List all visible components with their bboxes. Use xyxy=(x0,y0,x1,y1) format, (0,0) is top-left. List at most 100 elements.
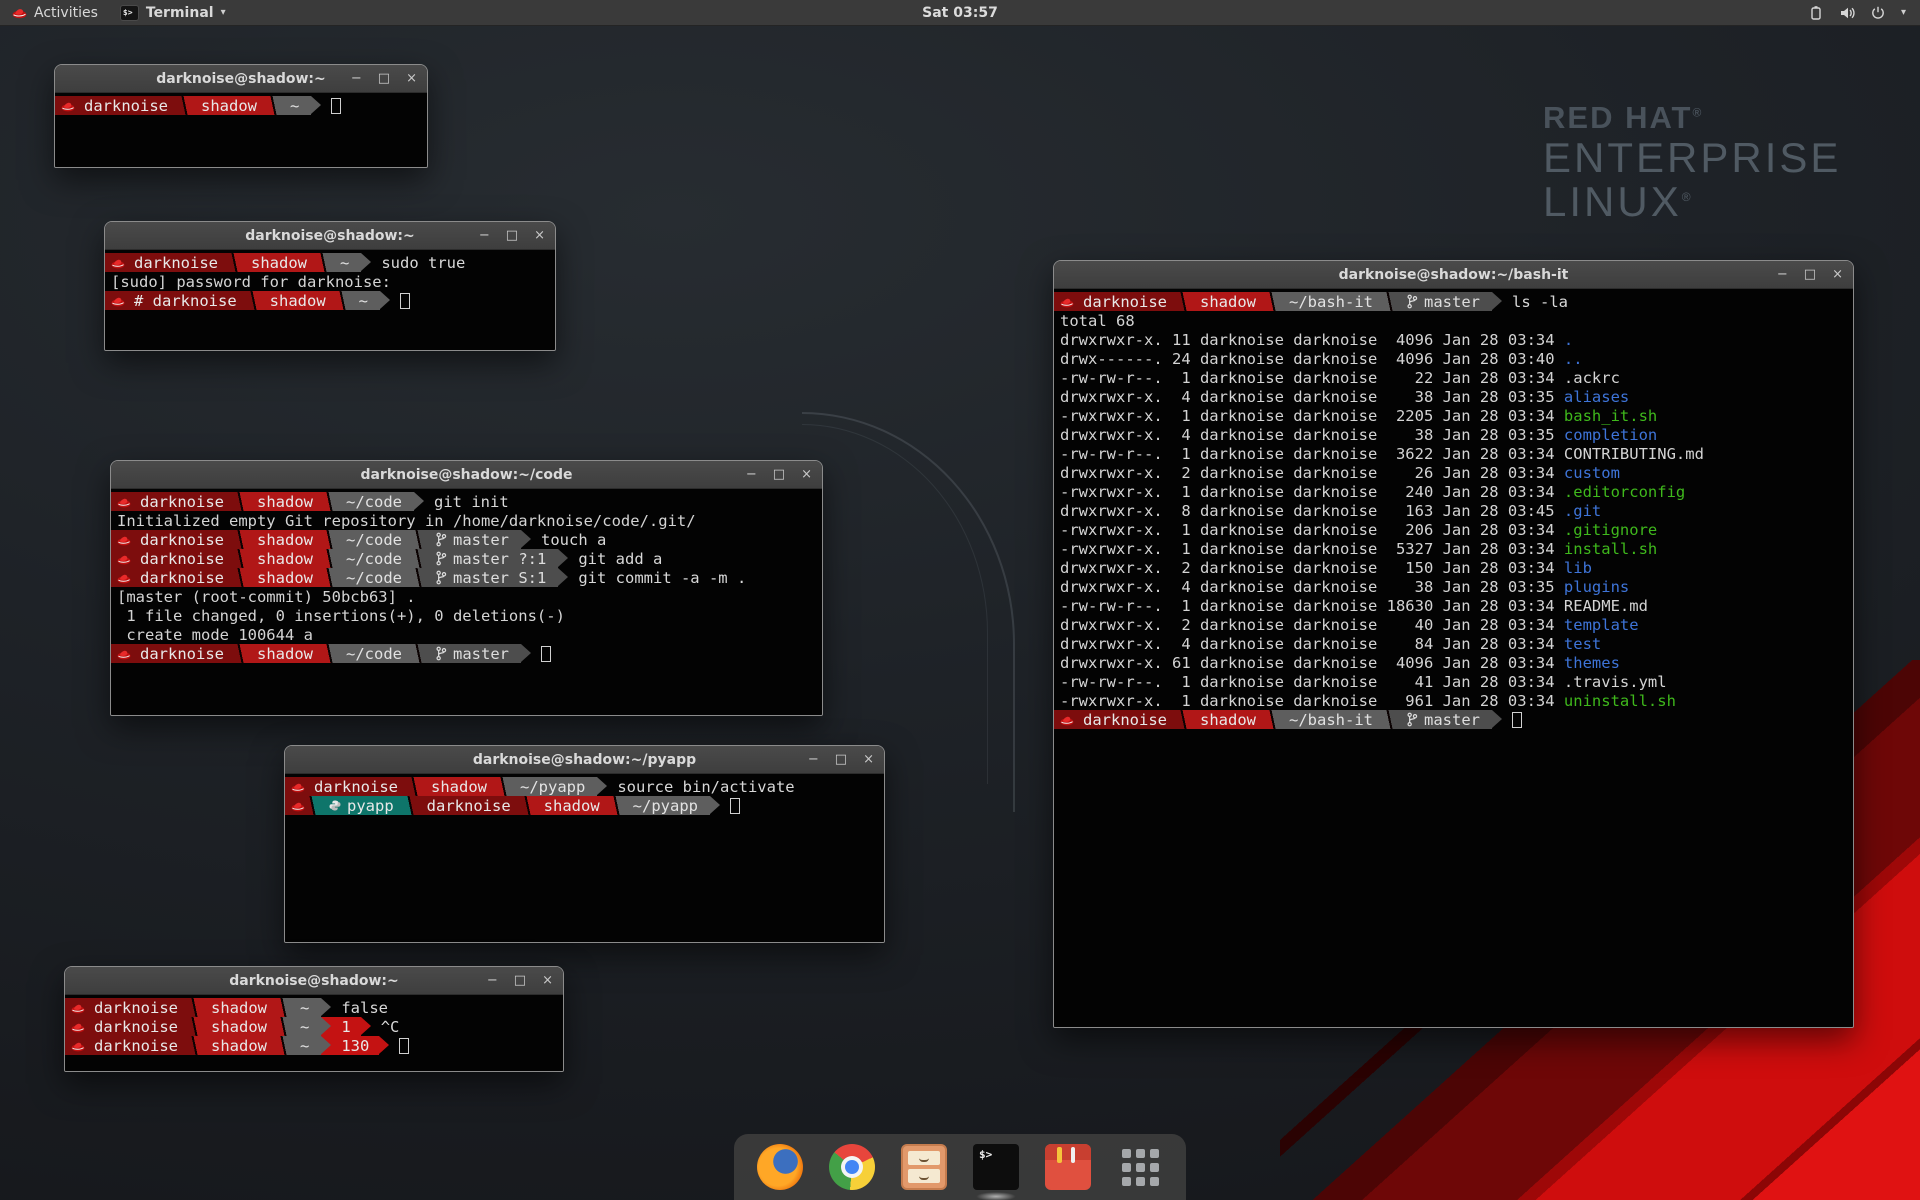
app-menu[interactable]: $> Terminal ▾ xyxy=(110,0,236,25)
segment-separator xyxy=(249,291,258,310)
maximize-button[interactable]: □ xyxy=(514,967,526,995)
prompt-segment-user: darknoise xyxy=(415,796,523,815)
window-titlebar[interactable]: darknoise@shadow:~ −□× xyxy=(65,967,563,995)
maximize-button[interactable]: □ xyxy=(1804,261,1816,289)
close-button[interactable]: × xyxy=(1832,261,1843,289)
segment-text: master ?:1 xyxy=(453,550,546,568)
terminal-output-line: -rwxrwxr-x. 1 darknoise darknoise 240 Ja… xyxy=(1054,482,1853,501)
segment-separator xyxy=(325,644,334,663)
terminal-content[interactable]: darknoiseshadow~ xyxy=(55,93,427,167)
segment-separator xyxy=(410,777,419,796)
segment-text: shadow xyxy=(257,550,313,568)
registered-mark: ® xyxy=(1682,190,1694,204)
segment-separator xyxy=(319,253,328,272)
minimize-button[interactable]: − xyxy=(487,967,498,995)
segment-text: darknoise xyxy=(1083,711,1167,729)
redhat-icon xyxy=(117,572,131,584)
segment-separator xyxy=(1268,710,1277,729)
maximize-button[interactable]: □ xyxy=(378,65,390,93)
maximize-button[interactable]: □ xyxy=(835,746,847,774)
segment-separator xyxy=(414,530,423,549)
python-icon xyxy=(329,798,341,813)
segment-separator xyxy=(414,644,423,663)
output-text: custom xyxy=(1564,464,1620,482)
output-text: total 68 xyxy=(1060,312,1135,330)
segment-text: ~ xyxy=(290,97,299,115)
terminal-output-line: -rwxrwxr-x. 1 darknoise darknoise 5327 J… xyxy=(1054,539,1853,558)
window-titlebar[interactable]: darknoise@shadow:~/code −□× xyxy=(111,461,822,489)
terminal-content[interactable]: darknoiseshadow~/codegit initInitialized… xyxy=(111,489,822,715)
prompt-segment-path: ~ xyxy=(278,96,311,115)
prompt-segment-git: master ?:1 xyxy=(423,549,558,568)
segment-text: darknoise xyxy=(427,797,511,815)
prompt-segment-host: shadow xyxy=(245,530,325,549)
segment-text: ~ xyxy=(300,1018,309,1036)
window-titlebar[interactable]: darknoise@shadow:~/pyapp −□ × xyxy=(285,746,884,774)
close-button[interactable]: × xyxy=(801,461,812,489)
prompt-segment-host: shadow xyxy=(245,568,325,587)
prompt-segment-path: ~/bash-it xyxy=(1277,710,1385,729)
terminal-content[interactable]: darknoiseshadow~sudo true[sudo] password… xyxy=(105,250,555,350)
prompt-segment-user: # darknoise xyxy=(128,291,249,310)
prompt-segment-host: shadow xyxy=(1188,710,1268,729)
segment-separator xyxy=(279,1017,288,1036)
close-button[interactable]: × xyxy=(542,967,553,995)
prompt-segment-exit: 1 xyxy=(331,1017,360,1036)
clock[interactable]: Sat 03:57 xyxy=(0,5,1920,21)
output-text: .git xyxy=(1564,502,1601,520)
files-icon[interactable] xyxy=(900,1143,948,1191)
output-text: drwxrwxr-x. 2 darknoise darknoise 40 Jan… xyxy=(1060,616,1564,634)
terminal-content[interactable]: darknoiseshadow~/bash-it masterls -latot… xyxy=(1054,289,1853,1027)
output-text: drwxrwxr-x. 4 darknoise darknoise 84 Jan… xyxy=(1060,635,1564,653)
terminal-icon[interactable]: $> xyxy=(972,1143,1020,1191)
segment-text: ~/code xyxy=(346,493,402,511)
output-text: -rwxrwxr-x. 1 darknoise darknoise 2205 J… xyxy=(1060,407,1564,425)
system-status-area[interactable]: ▾ xyxy=(1808,0,1920,25)
window-titlebar[interactable]: darknoise@shadow:~ −□× xyxy=(55,65,427,93)
segment-text: shadow xyxy=(270,292,326,310)
maximize-button[interactable]: □ xyxy=(506,222,518,250)
maximize-button[interactable]: □ xyxy=(773,461,785,489)
prompt-line: darknoiseshadow~/pyappsource bin/activat… xyxy=(285,777,884,796)
close-button[interactable]: × xyxy=(534,222,545,250)
minimize-button[interactable]: − xyxy=(746,461,757,489)
segment-separator xyxy=(269,96,278,115)
minimize-button[interactable]: − xyxy=(808,746,819,774)
prompt-segment-path: ~/code xyxy=(334,492,414,511)
segment-text: darknoise xyxy=(84,97,168,115)
prompt-segment-git: master xyxy=(1394,292,1492,311)
window-titlebar[interactable]: darknoise@shadow:~/bash-it −□× xyxy=(1054,261,1853,289)
output-text: -rwxrwxr-x. 1 darknoise darknoise 240 Ja… xyxy=(1060,483,1564,501)
rhel-logo-line3: LINUX xyxy=(1543,178,1682,225)
terminal-content[interactable]: darknoiseshadow~/pyappsource bin/activat… xyxy=(285,774,884,942)
running-indicator xyxy=(976,1192,1016,1200)
minimize-button[interactable]: − xyxy=(1777,261,1788,289)
terminal-content[interactable]: darknoiseshadow~false darknoiseshadow~1^… xyxy=(65,995,563,1071)
output-text: drwxrwxr-x. 2 darknoise darknoise 26 Jan… xyxy=(1060,464,1564,482)
firefox-icon[interactable] xyxy=(756,1143,804,1191)
app-grid-icon[interactable] xyxy=(1116,1143,1164,1191)
segment-text: shadow xyxy=(211,1018,267,1036)
command-text: git init xyxy=(434,492,509,511)
activities-button[interactable]: Activities xyxy=(0,0,110,25)
terminal-cursor xyxy=(1512,712,1522,728)
redhat-icon xyxy=(111,295,125,307)
segment-text: darknoise xyxy=(134,254,218,272)
redhat-icon xyxy=(61,100,75,112)
window-title: darknoise@shadow:~/pyapp xyxy=(285,752,884,768)
segment-text: ~ xyxy=(340,254,349,272)
minimize-button[interactable]: − xyxy=(479,222,490,250)
close-button[interactable]: × xyxy=(863,746,874,774)
toolbox-icon[interactable] xyxy=(1044,1143,1092,1191)
segment-text: pyapp xyxy=(347,797,394,815)
segment-arrow xyxy=(558,549,568,568)
window-titlebar[interactable]: darknoise@shadow:~ −□× xyxy=(105,222,555,250)
segment-text: shadow xyxy=(257,645,313,663)
output-text: .gitignore xyxy=(1564,521,1657,539)
minimize-button[interactable]: − xyxy=(351,65,362,93)
chrome-icon[interactable] xyxy=(828,1143,876,1191)
prompt-segment-exit: 130 xyxy=(331,1036,379,1055)
segment-separator xyxy=(236,644,245,663)
close-button[interactable]: × xyxy=(406,65,417,93)
segment-text: darknoise xyxy=(140,493,224,511)
